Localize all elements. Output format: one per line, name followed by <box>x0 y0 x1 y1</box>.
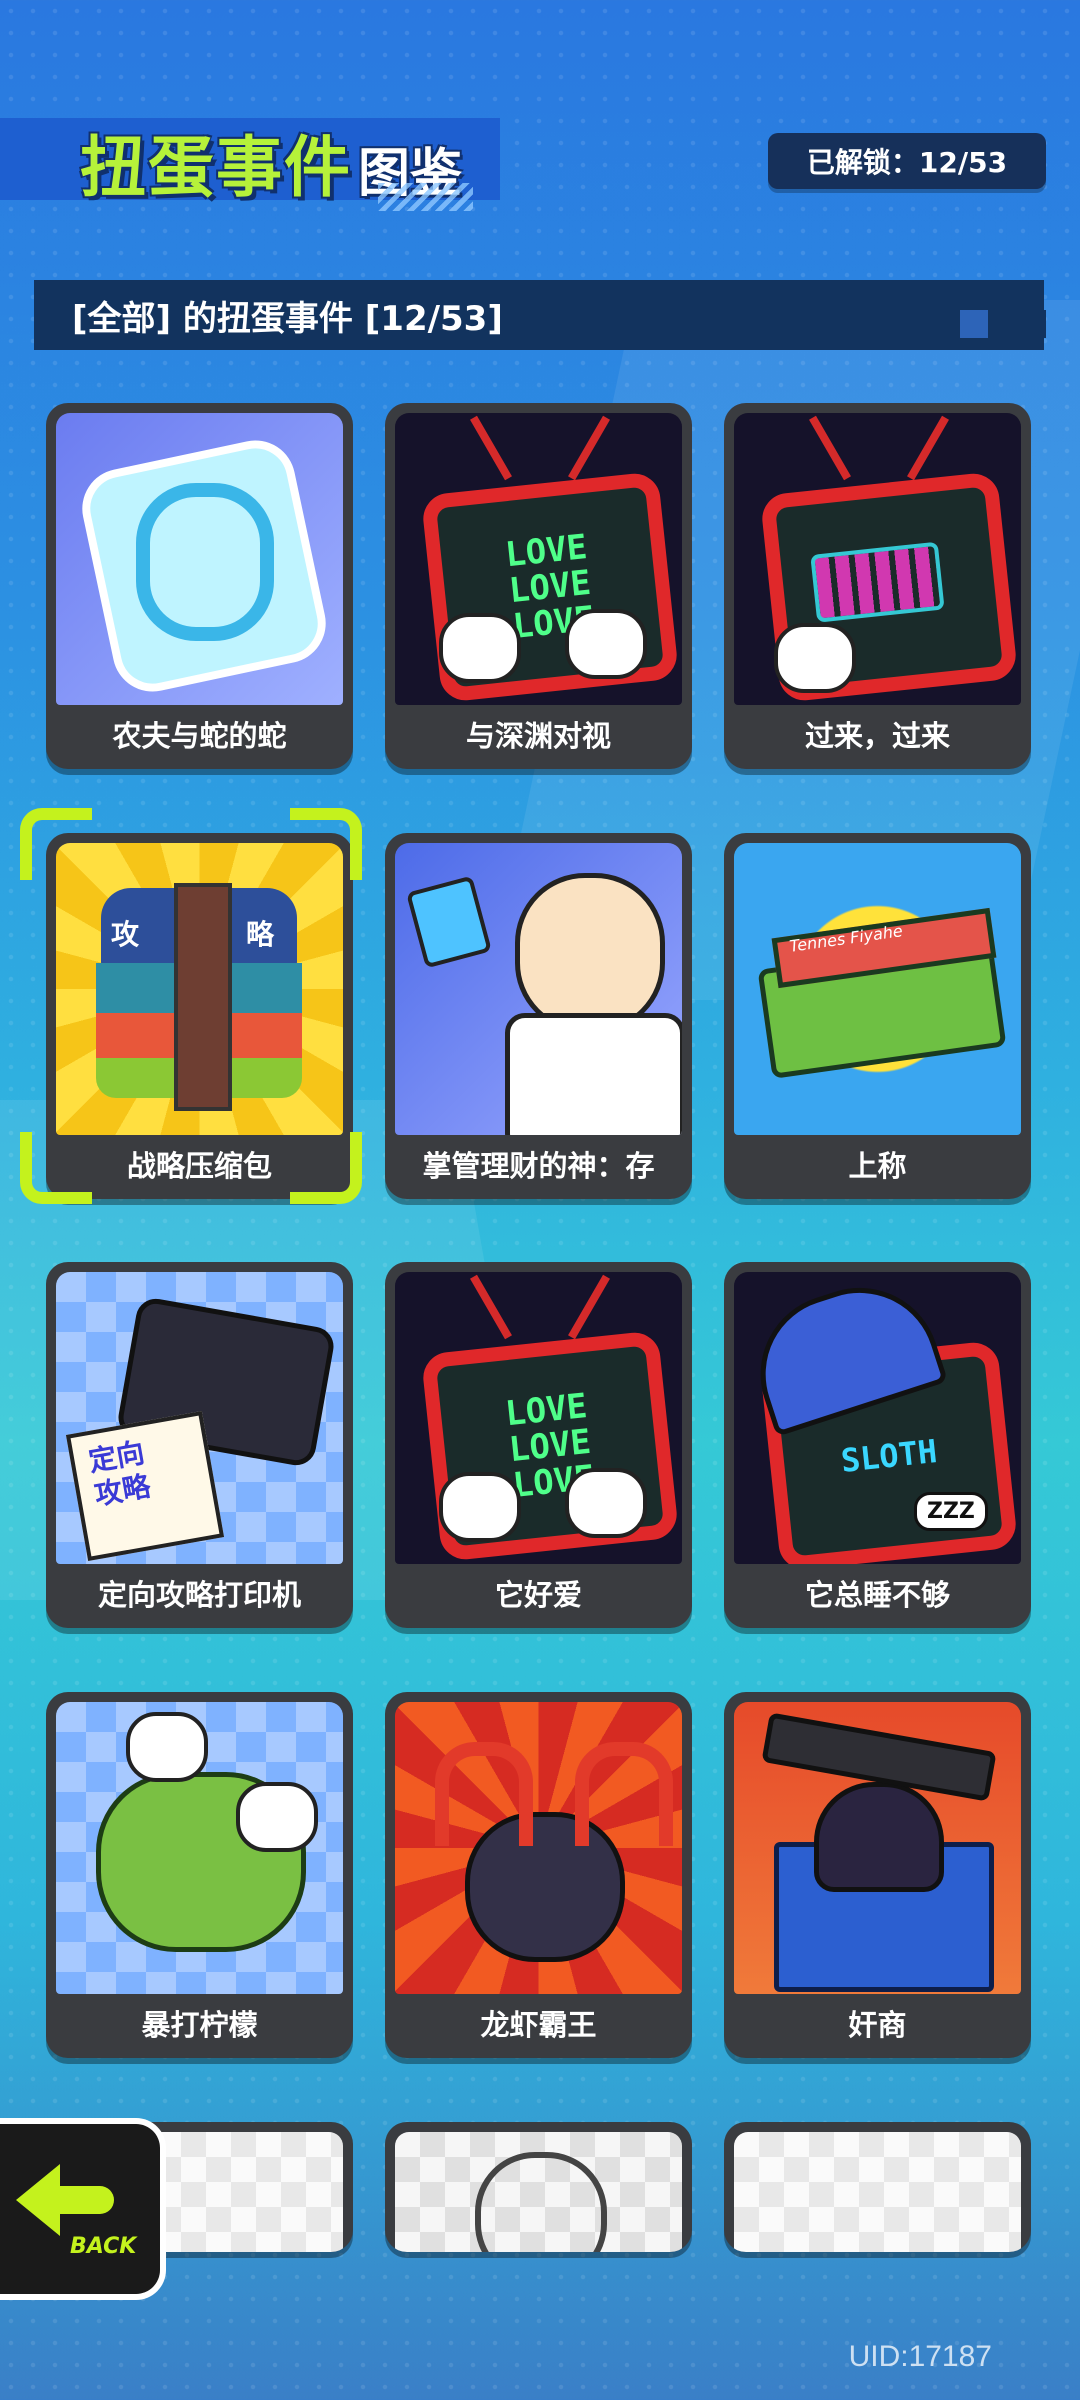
glove-icon <box>236 1782 318 1852</box>
unlock-counter: 已解锁：12/53 <box>768 133 1046 189</box>
pixel-decoration <box>960 310 988 338</box>
card-label: 上称 <box>848 1149 907 1183</box>
glove-icon <box>565 609 647 679</box>
finance-god-artwork <box>395 843 682 1135</box>
card-label: 与深渊对视 <box>465 719 611 753</box>
locked-card[interactable] <box>724 2122 1031 2252</box>
card-label: 定向攻略打印机 <box>97 1578 301 1612</box>
card-label: 龙虾霸王 <box>480 2008 597 2042</box>
card-label: 暴打柠檬 <box>141 2008 258 2042</box>
event-card[interactable]: LOVE LOVE LOVE 它好爱 <box>385 1262 692 1628</box>
card-label: 掌管理财的神：存 <box>422 1149 655 1183</box>
event-card[interactable]: 暴打柠檬 <box>46 1692 353 2058</box>
event-card[interactable]: 龙虾霸王 <box>385 1692 692 2058</box>
event-card[interactable]: SLOTH ZZZ 它总睡不够 <box>724 1262 1031 1628</box>
selection-corner <box>20 808 92 880</box>
event-card[interactable]: 奸商 <box>724 1692 1031 2058</box>
user-id: UID:17187 <box>848 2340 992 2373</box>
tv-sloth-artwork: SLOTH ZZZ <box>734 1272 1021 1564</box>
event-card[interactable]: LOVE LOVE LOVE 与深渊对视 <box>385 403 692 769</box>
back-arrow-icon <box>16 2164 60 2236</box>
card-label: 它好爱 <box>494 1578 582 1612</box>
event-card[interactable]: Tennes Fiyahe 上称 <box>724 833 1031 1199</box>
selection-corner <box>20 1132 92 1204</box>
glove-icon <box>565 1468 647 1538</box>
ticket-icon <box>406 875 492 969</box>
locked-card[interactable] <box>385 2122 692 2252</box>
printer-artwork: 定向 攻略 <box>56 1272 343 1564</box>
claw-icon <box>575 1742 673 1846</box>
card-label: 奸商 <box>848 2008 907 2042</box>
glove-icon <box>439 613 521 683</box>
event-card[interactable]: 掌管理财的神：存 <box>385 833 692 1199</box>
event-card[interactable]: 过来，过来 <box>724 403 1031 769</box>
pixel-decoration <box>990 282 1018 310</box>
lemon-artwork <box>56 1702 343 1994</box>
zip-pack-artwork: 攻 略 <box>56 843 343 1135</box>
section-header: [全部] 的扭蛋事件 [12/53] <box>34 280 1044 350</box>
tv-love-artwork: LOVE LOVE LOVE <box>395 1272 682 1564</box>
merchant-artwork <box>734 1702 1021 1994</box>
card-label: 它总睡不够 <box>804 1578 950 1612</box>
card-label: 过来，过来 <box>804 719 950 753</box>
glove-icon <box>126 1712 208 1782</box>
title-decoration <box>378 183 473 211</box>
card-label: 农夫与蛇的蛇 <box>112 719 287 753</box>
selection-corner <box>290 1132 362 1204</box>
selection-corner <box>290 808 362 880</box>
tv-keyboard-artwork <box>734 413 1021 705</box>
back-button[interactable]: BACK <box>0 2118 166 2300</box>
glove-icon <box>439 1472 521 1542</box>
keyboard-icon <box>810 541 945 623</box>
tv-love-artwork: LOVE LOVE LOVE <box>395 413 682 705</box>
title-main: 扭蛋事件 <box>80 129 352 206</box>
claw-icon <box>435 1742 533 1846</box>
pixel-decoration <box>1018 310 1046 338</box>
scale-artwork: Tennes Fiyahe <box>734 843 1021 1135</box>
lobster-artwork <box>395 1702 682 1994</box>
event-card[interactable]: 农夫与蛇的蛇 <box>46 403 353 769</box>
snake-artwork <box>56 413 343 705</box>
glove-icon <box>774 623 856 693</box>
event-card[interactable]: 定向 攻略 定向攻略打印机 <box>46 1262 353 1628</box>
